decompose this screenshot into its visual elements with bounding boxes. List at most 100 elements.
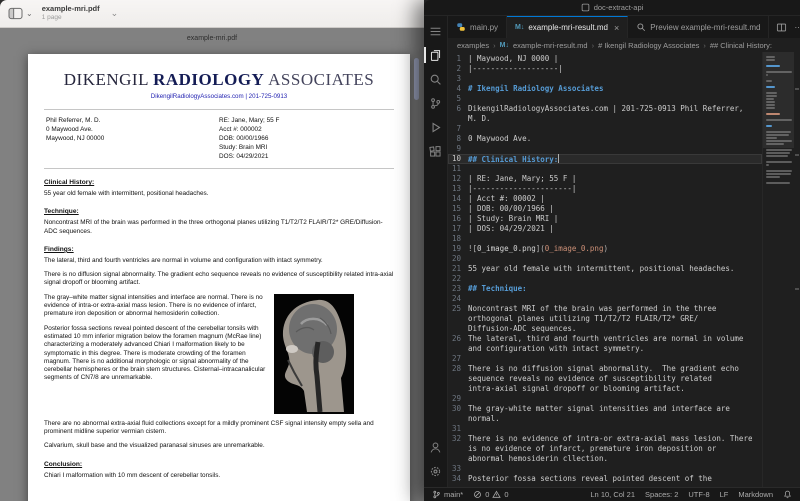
editor-line[interactable]: 28There is no diffusion signal abnormali… — [448, 364, 762, 374]
letterhead-word: RADIOLOGY — [153, 70, 264, 89]
paragraph: There are no abnormal extra-axial fluid … — [44, 420, 394, 437]
editor-line[interactable]: 80 Maywood Ave. — [448, 134, 762, 144]
editor-line[interactable]: abnormal hemosiderin cllection. — [448, 454, 762, 464]
editor-line[interactable]: sequence reveals no evidence of suscepti… — [448, 374, 762, 384]
editor-line[interactable]: 7 — [448, 124, 762, 134]
title-bar: doc-extract-api — [424, 0, 800, 16]
account-icon[interactable] — [424, 435, 448, 459]
editor-line[interactable]: 27 — [448, 354, 762, 364]
editor-line[interactable]: 31 — [448, 424, 762, 434]
branch-indicator[interactable]: main* — [432, 490, 463, 499]
editor-line[interactable]: 29 — [448, 394, 762, 404]
editor-line[interactable]: 4# Ikengil Radiology Associates — [448, 84, 762, 94]
markdown-icon: M↓ — [500, 42, 509, 49]
editor-line[interactable]: 25Noncontrast MRI of the brain was perfo… — [448, 304, 762, 314]
editor-line[interactable]: 32There is no evidence of intra-or extra… — [448, 434, 762, 444]
vscode-window: doc-extract-api — [424, 0, 800, 501]
editor-line[interactable]: 5 — [448, 94, 762, 104]
editor-line[interactable]: 10## Clinical History: — [448, 154, 762, 164]
error-icon — [473, 490, 482, 499]
sidebar-toggle-button[interactable]: ⌄ — [8, 7, 33, 20]
encoding-setting[interactable]: UTF-8 — [688, 490, 709, 499]
editor-line[interactable]: 12| RE: Jane, Mary; 55 F | — [448, 174, 762, 184]
editor-line[interactable]: 14| Acct #: 00002 | — [448, 194, 762, 204]
language-mode[interactable]: Markdown — [738, 490, 773, 499]
breadcrumb: examples › M↓ example-mri-result.md › # … — [448, 38, 800, 52]
editor-line[interactable]: 20 — [448, 254, 762, 264]
editor-line[interactable]: 23## Technique: — [448, 284, 762, 294]
editor-line[interactable]: 15| DOB: 00/00/1966 | — [448, 204, 762, 214]
scrollbar-thumb[interactable] — [414, 58, 419, 100]
problems-indicator[interactable]: 0 0 — [473, 490, 508, 499]
document-header-label: example-mri.pdf — [0, 35, 424, 42]
editor-line[interactable]: 33 — [448, 464, 762, 474]
settings-gear-icon[interactable] — [424, 459, 448, 483]
editor-lines[interactable]: 1| Maywood, NJ 0000 |2|-----------------… — [448, 52, 762, 487]
editor-line[interactable]: 17| DOS: 04/29/2021 | — [448, 224, 762, 234]
editor-line[interactable]: intra-axial signal dropoff or blooming a… — [448, 384, 762, 394]
bell-icon[interactable] — [783, 490, 792, 499]
python-icon — [456, 22, 466, 32]
tab-main-py[interactable]: main.py — [448, 16, 507, 38]
editor-line[interactable]: 9 — [448, 144, 762, 154]
editor-line[interactable]: is no evidence of infarct, premature iro… — [448, 444, 762, 454]
preview-window: ⌄ example-mri.pdf 1 page ⌄ example-mri.p… — [0, 0, 424, 501]
editor-line[interactable]: 1| Maywood, NJ 0000 | — [448, 54, 762, 64]
section-heading: Technique: — [44, 208, 394, 215]
breadcrumb-item[interactable]: ## Clinical History: — [710, 41, 772, 50]
extensions-icon[interactable] — [424, 139, 448, 163]
editor-line[interactable]: 16| Study: Brain MRI | — [448, 214, 762, 224]
editor-line[interactable]: 34Posterior fossa sections reveal pointe… — [448, 474, 762, 484]
editor-line[interactable]: 2|-------------------| — [448, 64, 762, 74]
sidebar-icon — [8, 7, 23, 20]
editor: 1| Maywood, NJ 0000 |2|-----------------… — [448, 52, 800, 487]
eol-setting[interactable]: LF — [720, 490, 729, 499]
patient-info: RE: Jane, Mary; 55 F Acct #: 000002 DOB:… — [219, 116, 392, 161]
editor-line[interactable]: Diffusion-ADC sequences. — [448, 324, 762, 334]
editor-line[interactable]: 26The lateral, third and fourth ventricl… — [448, 334, 762, 344]
patient-line: DOS: 04/29/2021 — [219, 152, 392, 161]
preview-icon — [636, 22, 646, 32]
cursor-position[interactable]: Ln 10, Col 21 — [590, 490, 635, 499]
window-title-block: example-mri.pdf 1 page — [42, 5, 100, 21]
breadcrumb-item[interactable]: examples — [457, 41, 489, 50]
minimap[interactable] — [762, 52, 794, 487]
activity-bar — [424, 16, 448, 487]
editor-line[interactable]: and configuration with intact symmetry. — [448, 344, 762, 354]
breadcrumb-item[interactable]: example-mri-result.md — [513, 41, 588, 50]
patient-line: DOB: 00/00/1966 — [219, 134, 392, 143]
editor-actions: ⋯ — [769, 16, 800, 38]
breadcrumb-item[interactable]: # Ikengil Radiology Associates — [598, 41, 699, 50]
referrer-line: 0 Maywood Ave. — [46, 125, 219, 134]
tab-preview-example-mri-result[interactable]: Preview example-mri-result.md — [628, 16, 769, 38]
split-editor-icon[interactable] — [776, 22, 787, 33]
overview-ruler[interactable] — [794, 52, 800, 487]
editor-line[interactable]: orthogonal planes utilizing T1/T2/T2 FLA… — [448, 314, 762, 324]
patient-line: Acct #: 000002 — [219, 125, 392, 134]
search-icon[interactable] — [424, 67, 448, 91]
editor-line[interactable]: 24 — [448, 294, 762, 304]
editor-line[interactable]: 18 — [448, 234, 762, 244]
editor-line[interactable]: 22 — [448, 274, 762, 284]
editor-line[interactable]: 30The gray-white matter signal intensiti… — [448, 404, 762, 414]
editor-line[interactable]: 6DikengilRadiologyAssociates.com | 201-7… — [448, 104, 762, 114]
menu-icon[interactable] — [424, 19, 448, 43]
editor-line[interactable]: 19![0_image_0.png](0_image_0.png) — [448, 244, 762, 254]
source-control-icon[interactable] — [424, 91, 448, 115]
run-debug-icon[interactable] — [424, 115, 448, 139]
explorer-icon[interactable] — [424, 43, 448, 67]
editor-line[interactable]: 3 — [448, 74, 762, 84]
markdown-icon: M↓ — [515, 24, 524, 31]
editor-line[interactable]: 11 — [448, 164, 762, 174]
window-title-text: doc-extract-api — [594, 3, 644, 12]
editor-line[interactable]: M. D. — [448, 114, 762, 124]
editor-line[interactable]: 13|----------------------| — [448, 184, 762, 194]
editor-line[interactable]: 2155 year old female with intermittent, … — [448, 264, 762, 274]
title-chevron-icon[interactable]: ⌄ — [111, 8, 119, 19]
editor-line[interactable]: normal. — [448, 414, 762, 424]
tab-example-mri-result[interactable]: M↓ example-mri-result.md × — [507, 16, 628, 38]
chevron-right-icon: › — [703, 41, 706, 50]
indentation-setting[interactable]: Spaces: 2 — [645, 490, 678, 499]
close-icon[interactable]: × — [614, 23, 619, 33]
ellipsis-icon[interactable]: ⋯ — [794, 23, 800, 32]
